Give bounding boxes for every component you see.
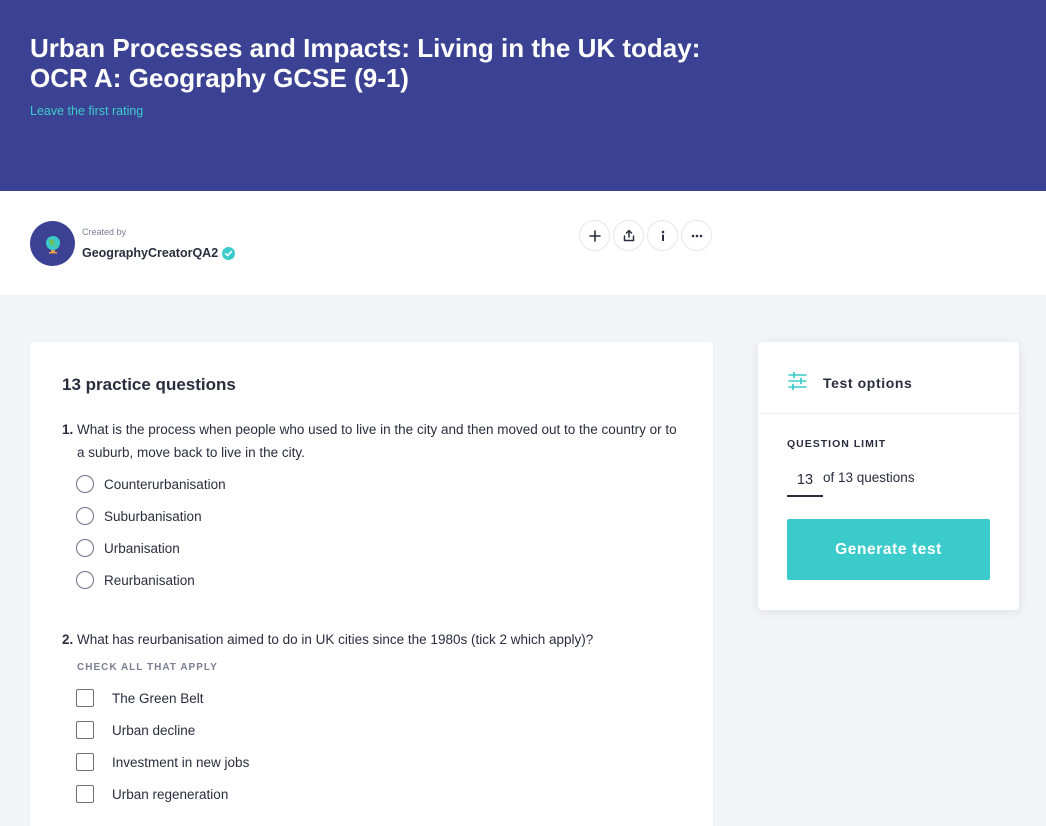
question-1: 1. What is the process when people who u… <box>62 418 682 464</box>
question-text: What has reurbanisation aimed to do in U… <box>77 632 594 647</box>
answer-option-checkbox[interactable]: Urban regeneration <box>76 784 228 804</box>
option-label: Suburbanisation <box>104 508 202 524</box>
checkbox[interactable] <box>76 753 94 771</box>
option-label: Counterurbanisation <box>104 476 226 492</box>
question-number: 1. <box>62 422 74 437</box>
more-options-button[interactable] <box>681 220 712 251</box>
leave-rating-link[interactable]: Leave the first rating <box>30 104 143 118</box>
practice-questions-title: 13 practice questions <box>62 375 236 394</box>
check-all-hint: CHECK ALL THAT APPLY <box>77 662 218 673</box>
answer-option-radio[interactable]: Reurbanisation <box>76 570 195 590</box>
verified-badge-icon <box>222 246 236 260</box>
question-limit-input[interactable] <box>787 465 823 497</box>
radio-button[interactable] <box>76 571 94 589</box>
creator-avatar[interactable] <box>30 221 75 266</box>
creator-name-link[interactable]: GeographyCreatorQA2 <box>82 246 236 260</box>
info-button[interactable] <box>647 220 678 251</box>
test-options-title: Test options <box>823 375 913 391</box>
checkbox[interactable] <box>76 785 94 803</box>
creator-name: GeographyCreatorQA2 <box>82 246 219 260</box>
question-limit-label: QUESTION LIMIT <box>787 438 887 450</box>
share-icon <box>623 229 634 242</box>
option-label: Urban decline <box>112 722 196 738</box>
answer-option-checkbox[interactable]: The Green Belt <box>76 688 204 708</box>
sliders-icon <box>788 372 807 390</box>
option-label: Urbanisation <box>104 540 180 556</box>
generate-test-button[interactable]: Generate test <box>787 519 990 580</box>
answer-option-checkbox[interactable]: Urban decline <box>76 720 195 740</box>
question-text: What is the process when people who used… <box>77 422 677 460</box>
answer-option-radio[interactable]: Counterurbanisation <box>76 474 226 494</box>
info-icon <box>661 230 664 241</box>
test-options-panel: Test options QUESTION LIMIT of 13 questi… <box>758 342 1019 610</box>
option-label: Reurbanisation <box>104 572 195 588</box>
action-buttons <box>579 220 712 251</box>
page-title: Urban Processes and Impacts: Living in t… <box>30 33 750 93</box>
practice-questions-card: 13 practice questions 1. What is the pro… <box>30 342 713 826</box>
ellipsis-icon <box>691 234 702 237</box>
globe-icon <box>45 235 60 253</box>
page-title-line-2: OCR A: Geography GCSE (9-1) <box>30 63 409 93</box>
question-number: 2. <box>62 632 74 647</box>
radio-button[interactable] <box>76 475 94 493</box>
share-button[interactable] <box>613 220 644 251</box>
creator-bar: Created by GeographyCreatorQA2 <box>0 191 1046 295</box>
radio-button[interactable] <box>76 539 94 557</box>
created-by-label: Created by <box>82 227 127 237</box>
option-label: The Green Belt <box>112 690 204 706</box>
checkbox[interactable] <box>76 689 94 707</box>
add-button[interactable] <box>579 220 610 251</box>
question-limit-suffix: of 13 questions <box>823 470 915 485</box>
test-options-header: Test options <box>758 342 1019 414</box>
option-label: Urban regeneration <box>112 786 229 802</box>
radio-button[interactable] <box>76 507 94 525</box>
option-label: Investment in new jobs <box>112 754 250 770</box>
answer-option-radio[interactable]: Suburbanisation <box>76 506 202 526</box>
hero-banner: Urban Processes and Impacts: Living in t… <box>0 0 1046 191</box>
plus-icon <box>588 229 601 242</box>
answer-option-radio[interactable]: Urbanisation <box>76 538 180 558</box>
question-2: 2. What has reurbanisation aimed to do i… <box>62 628 682 651</box>
page-title-line-1: Urban Processes and Impacts: Living in t… <box>30 33 701 63</box>
checkbox[interactable] <box>76 721 94 739</box>
answer-option-checkbox[interactable]: Investment in new jobs <box>76 752 249 772</box>
